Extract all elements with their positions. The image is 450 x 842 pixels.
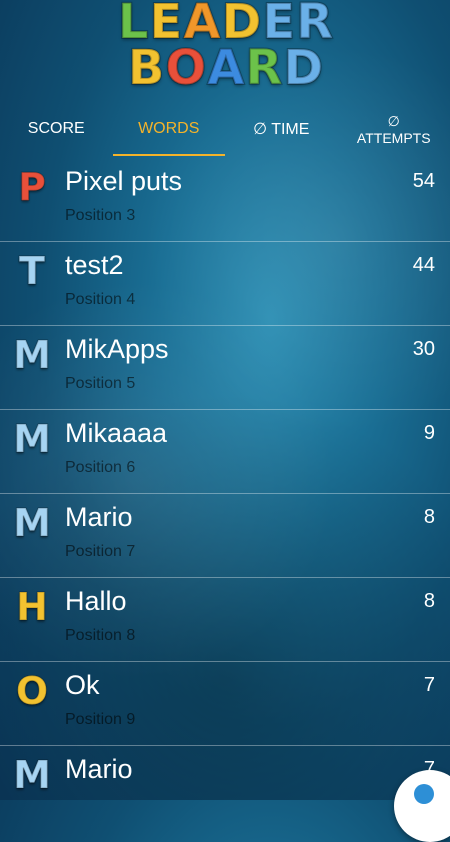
- list-item[interactable]: M Mikaaaa Position 6 9: [0, 409, 450, 493]
- player-name: Mario: [65, 754, 133, 785]
- leaderboard-logo: LEADER BOARD: [0, 0, 450, 92]
- player-score: 30: [413, 338, 435, 361]
- average-symbol: ∅: [388, 113, 400, 130]
- tab-attempts-label: ATTEMPTS: [357, 130, 431, 146]
- player-letter-icon: M: [14, 754, 50, 796]
- tab-time[interactable]: ∅ TIME: [225, 100, 338, 158]
- list-item[interactable]: P Pixel puts Position 3 54: [0, 158, 450, 241]
- player-name: Pixel puts: [65, 166, 182, 197]
- player-position: Position 4: [65, 291, 135, 309]
- header: LEADER BOARD SCORE WORDS ∅ TIME ∅ ATTEMP…: [0, 0, 450, 158]
- tab-words[interactable]: WORDS: [113, 100, 226, 158]
- player-position: Position 5: [65, 375, 135, 393]
- player-name: MikApps: [65, 334, 169, 365]
- list-item[interactable]: O Ok Position 9 7: [0, 661, 450, 745]
- player-name: Ok: [65, 670, 100, 701]
- player-letter-icon: H: [14, 586, 50, 628]
- floating-action-button[interactable]: [394, 770, 450, 842]
- logo-letter: O: [165, 46, 205, 92]
- player-name: Mikaaaa: [65, 418, 167, 449]
- player-score: 54: [413, 170, 435, 193]
- player-name: Hallo: [65, 586, 127, 617]
- player-letter-icon: M: [14, 418, 50, 460]
- player-score: 44: [413, 254, 435, 277]
- list-item[interactable]: M MikApps Position 5 30: [0, 325, 450, 409]
- player-name: test2: [65, 250, 124, 281]
- tab-score[interactable]: SCORE: [0, 100, 113, 158]
- player-letter-icon: T: [14, 250, 50, 292]
- player-score: 8: [424, 506, 435, 529]
- list-item[interactable]: M Mario 7: [0, 745, 450, 829]
- fab-icon: [414, 784, 434, 804]
- logo-letter: R: [245, 46, 281, 92]
- player-position: Position 6: [65, 459, 135, 477]
- player-position: Position 3: [65, 207, 135, 225]
- logo-line-2: BOARD: [0, 46, 450, 92]
- player-position: Position 8: [65, 627, 135, 645]
- tab-bar: SCORE WORDS ∅ TIME ∅ ATTEMPTS: [0, 100, 450, 158]
- player-position: Position 7: [65, 543, 135, 561]
- player-letter-icon: P: [14, 166, 50, 208]
- list-item[interactable]: H Hallo Position 8 8: [0, 577, 450, 661]
- player-letter-icon: O: [14, 670, 50, 712]
- leaderboard-list: P Pixel puts Position 3 54 T test2 Posit…: [0, 158, 450, 829]
- player-position: Position 9: [65, 711, 135, 729]
- tab-attempts[interactable]: ∅ ATTEMPTS: [338, 100, 450, 158]
- player-score: 7: [424, 674, 435, 697]
- player-score: 8: [424, 590, 435, 613]
- logo-letter: D: [283, 46, 322, 92]
- player-letter-icon: M: [14, 334, 50, 376]
- list-item[interactable]: T test2 Position 4 44: [0, 241, 450, 325]
- logo-letter: B: [128, 46, 164, 92]
- player-name: Mario: [65, 502, 133, 533]
- list-item[interactable]: M Mario Position 7 8: [0, 493, 450, 577]
- player-score: 9: [424, 422, 435, 445]
- logo-letter: A: [207, 46, 243, 92]
- player-letter-icon: M: [14, 502, 50, 544]
